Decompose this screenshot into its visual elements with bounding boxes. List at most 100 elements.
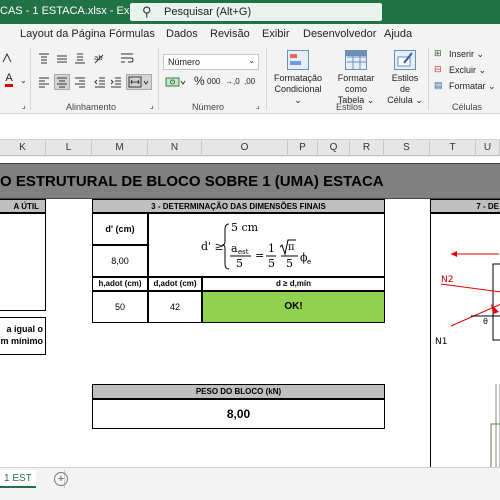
column-header[interactable]: Q <box>318 140 350 156</box>
chevron-down-icon: ⌄ <box>248 56 255 65</box>
sheet-tab-1-est[interactable]: 1 EST <box>0 470 36 488</box>
strut-tie-diagram: N2 N1 θ <box>435 251 500 467</box>
thousands-separator-button[interactable]: 000 <box>207 77 220 86</box>
delete-cells-icon: ⊟ <box>434 64 442 74</box>
column-header[interactable]: P <box>288 140 318 156</box>
left-note-line: m mínimo <box>0 336 43 346</box>
svg-text:π: π <box>288 242 295 253</box>
section-7-header: 7 - DE <box>430 199 500 213</box>
percent-button[interactable]: % <box>194 74 205 88</box>
svg-text:est: est <box>238 248 249 256</box>
sheet-tabs-bar: 1 EST + <box>0 467 500 500</box>
search-box[interactable]: ⚲ Pesquisar (Alt+G) <box>130 3 382 21</box>
delete-cells-button[interactable]: Excluir ⌄ <box>449 65 486 76</box>
formula-bar-area <box>0 114 500 140</box>
group-label-number: Número <box>192 102 225 112</box>
tab-help[interactable]: Ajuda <box>384 28 412 40</box>
merge-center-button[interactable] <box>126 74 152 90</box>
font-color-dropdown-icon[interactable]: ⌄ <box>20 76 27 85</box>
ribbon: A ⌄ ab Alinhamento ⌟ ⌟ Número ⌄ % 000 →,… <box>0 44 500 114</box>
formula-cell: d' ≥ 5 cm a est 5 = 1 5 π 5 ϕ e <box>148 213 385 277</box>
alignment-dialog-launcher-icon[interactable]: ⌟ <box>150 101 154 110</box>
check-label: d ≥ d,mín <box>202 277 385 291</box>
format-cells-button[interactable]: Formatar ⌄ <box>449 81 496 92</box>
tab-formulas[interactable]: Fórmulas <box>109 28 155 40</box>
group-label-alignment: Alinhamento <box>66 102 117 112</box>
svg-text:=: = <box>255 249 264 262</box>
increase-decimal-button[interactable]: →,0 <box>225 77 240 86</box>
column-header[interactable]: M <box>92 140 148 156</box>
weight-value[interactable]: 8,00 <box>92 399 385 429</box>
group-label-cells: Células <box>452 102 483 112</box>
svg-text:5: 5 <box>268 257 275 270</box>
d-adot-value[interactable]: 42 <box>148 291 202 323</box>
d-prime-value[interactable]: 8,00 <box>92 245 148 277</box>
formula-image: d' ≥ 5 cm a est 5 = 1 5 π 5 ϕ e <box>201 221 311 270</box>
tab-developer[interactable]: Desenvolvedor <box>303 28 376 40</box>
group-label-styles: Estilos <box>336 102 363 112</box>
conditional-format-icon <box>287 50 309 70</box>
number-dialog-launcher-icon[interactable]: ⌟ <box>256 101 260 110</box>
cell-styles-icon <box>394 50 416 70</box>
orientation-icon[interactable]: ab <box>92 50 108 66</box>
insert-cells-icon: ⊞ <box>434 48 442 58</box>
ribbon-separator <box>30 48 31 110</box>
svg-text:d' ≥: d' ≥ <box>201 240 224 253</box>
title-bar: CAS - 1 ESTACA.xlsx - Excel ⚲ Pesquisar … <box>0 0 500 24</box>
align-top-icon[interactable] <box>36 50 52 66</box>
cell-styles-button[interactable]: Estilos de Célula ⌄ <box>386 50 424 106</box>
svg-text:N2: N2 <box>441 275 453 285</box>
section-7-box: N2 N1 θ <box>430 213 500 467</box>
increase-indent-icon[interactable] <box>108 74 124 90</box>
insert-cells-button[interactable]: Inserir ⌄ <box>449 49 484 60</box>
font-dialog-launcher-icon[interactable]: ⌟ <box>22 101 26 110</box>
sheet-title-banner: O ESTRUTURAL DE BLOCO SOBRE 1 (UMA) ESTA… <box>0 163 500 199</box>
format-table-icon <box>345 50 367 70</box>
svg-text:e: e <box>307 258 311 266</box>
decrease-indent-icon[interactable] <box>92 74 108 90</box>
svg-text:1: 1 <box>268 242 275 255</box>
column-header[interactable]: T <box>430 140 476 156</box>
align-bottom-icon[interactable] <box>72 50 88 66</box>
font-size-decrease-icon[interactable] <box>0 50 14 66</box>
column-header[interactable]: L <box>46 140 92 156</box>
tab-page-layout[interactable]: Layout da Página <box>20 28 106 40</box>
align-left-icon[interactable] <box>36 74 52 90</box>
column-header[interactable]: O <box>202 140 288 156</box>
svg-text:ab: ab <box>94 54 103 62</box>
left-panel-box <box>0 213 46 311</box>
column-header[interactable]: R <box>350 140 384 156</box>
column-header[interactable]: U <box>476 140 500 156</box>
h-adot-label: h,adot (cm) <box>92 277 148 291</box>
svg-text:a: a <box>231 242 238 255</box>
conditional-format-button[interactable]: Formatação Condicional ⌄ <box>272 50 324 106</box>
search-placeholder: Pesquisar (Alt+G) <box>164 6 252 18</box>
currency-format-button[interactable] <box>163 74 189 90</box>
section-3-header: 3 - DETERMINAÇÃO DAS DIMENSÕES FINAIS <box>92 199 385 213</box>
align-right-icon[interactable] <box>72 74 88 90</box>
ribbon-tabs: Layout da Página Fórmulas Dados Revisão … <box>0 24 500 44</box>
tab-view[interactable]: Exibir <box>262 28 290 40</box>
left-panel-header: A ÚTIL <box>0 199 46 213</box>
h-adot-value[interactable]: 50 <box>92 291 148 323</box>
check-result[interactable]: OK! <box>202 291 385 323</box>
worksheet-grid[interactable]: O ESTRUTURAL DE BLOCO SOBRE 1 (UMA) ESTA… <box>0 157 500 467</box>
column-header[interactable]: S <box>384 140 430 156</box>
ribbon-separator <box>428 48 429 110</box>
number-format-select[interactable]: Número ⌄ <box>163 54 259 70</box>
tab-review[interactable]: Revisão <box>210 28 250 40</box>
tab-data[interactable]: Dados <box>166 28 198 40</box>
font-color-button[interactable]: A <box>2 72 16 88</box>
align-middle-icon[interactable] <box>54 50 70 66</box>
column-header[interactable]: K <box>0 140 46 156</box>
align-center-icon[interactable] <box>54 74 70 90</box>
column-header[interactable]: N <box>148 140 202 156</box>
left-note-box: a igual o m mínimo <box>0 317 46 355</box>
weight-header: PESO DO BLOCO (kN) <box>92 384 385 399</box>
format-as-table-button[interactable]: Formatar como Tabela ⌄ <box>327 50 385 106</box>
wrap-text-icon[interactable] <box>118 50 136 66</box>
svg-text:N1: N1 <box>435 337 447 347</box>
add-sheet-icon[interactable]: + <box>54 472 68 486</box>
decrease-decimal-button[interactable]: ,00 <box>244 77 255 86</box>
svg-text:5 cm: 5 cm <box>231 221 259 234</box>
